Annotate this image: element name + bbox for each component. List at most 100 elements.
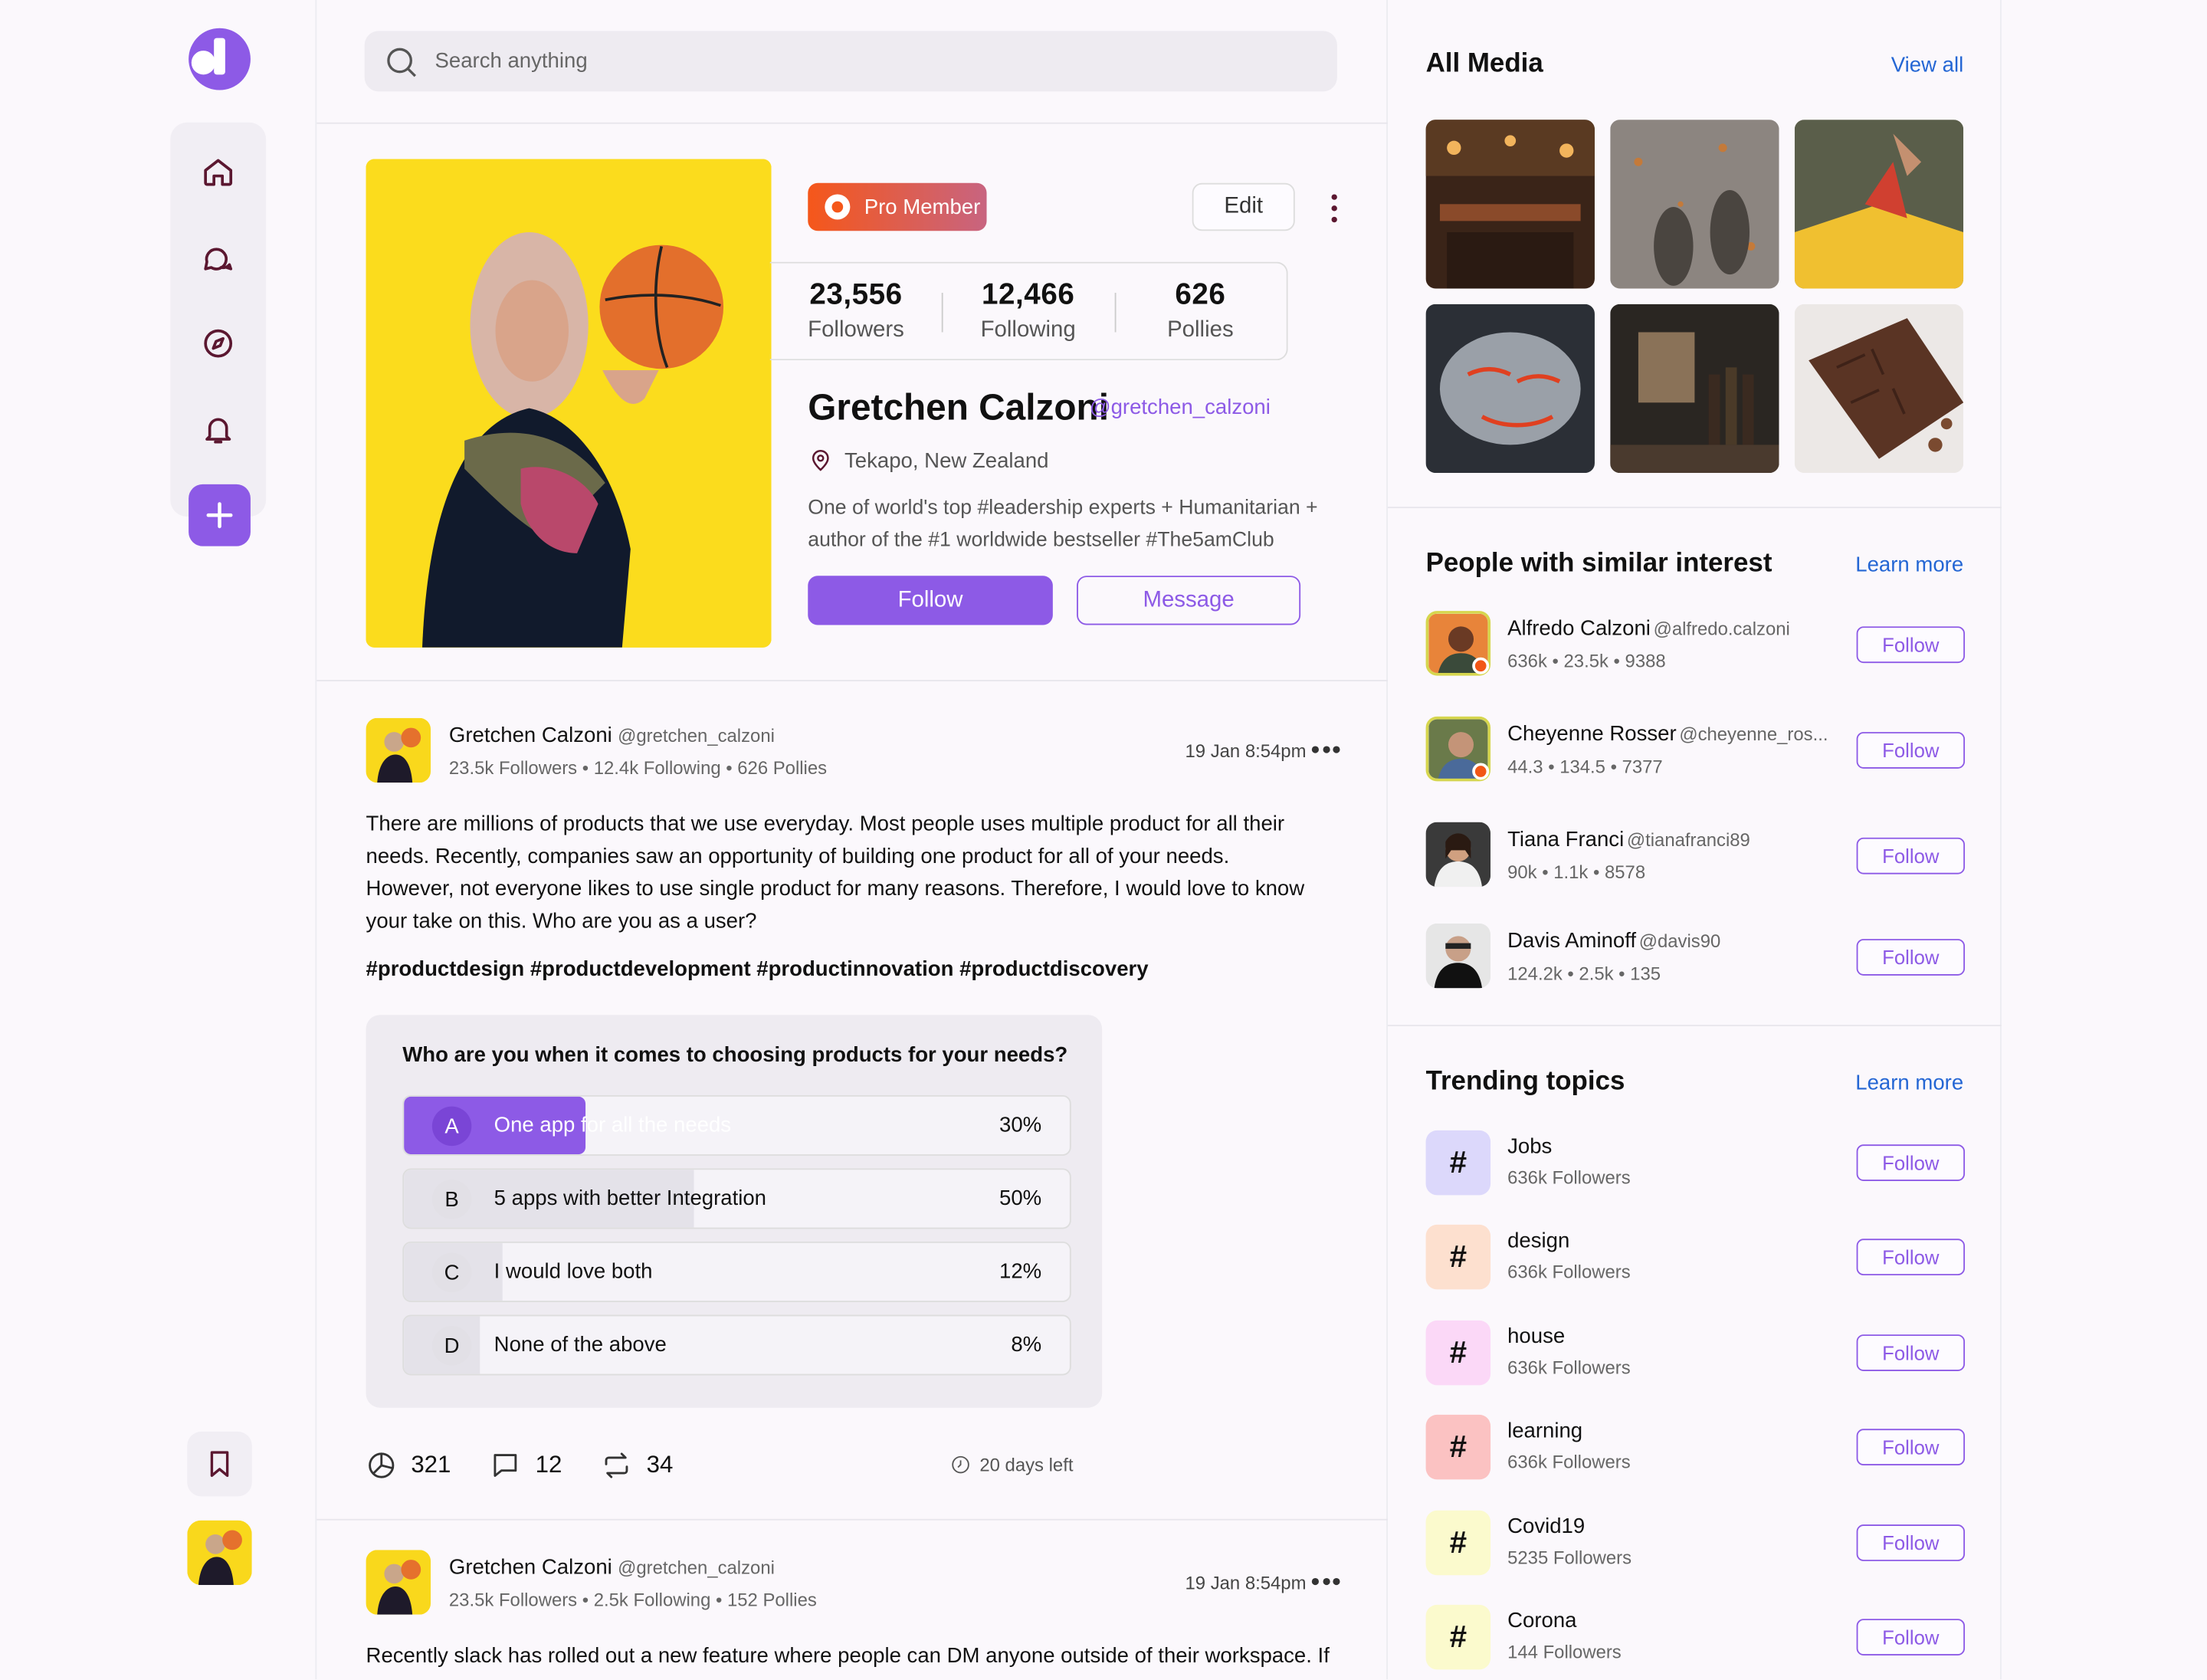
option-letter: A	[431, 1106, 472, 1147]
post-author[interactable]: Gretchen Calzoni @gretchen_calzoni	[449, 724, 775, 747]
similar-title: People with similar interest	[1425, 549, 1772, 579]
home-icon[interactable]	[198, 152, 238, 191]
plus-icon	[206, 502, 233, 529]
poll-option-c[interactable]: C I would love both 12%	[402, 1241, 1071, 1302]
media-thumbnail[interactable]	[1425, 120, 1595, 289]
chat-icon[interactable]	[198, 238, 238, 277]
trending-topic[interactable]: # Covid19 5235 Followers Follow	[1425, 1510, 1966, 1578]
option-percent: 12%	[999, 1259, 1042, 1285]
post-more-icon[interactable]	[1311, 746, 1340, 754]
post-author-avatar[interactable]	[366, 717, 431, 783]
follow-topic-button[interactable]: Follow	[1856, 1524, 1966, 1561]
option-percent: 30%	[999, 1113, 1042, 1138]
follow-topic-button[interactable]: Follow	[1856, 1239, 1966, 1276]
compass-icon[interactable]	[198, 323, 238, 363]
location-text: Tekapo, New Zealand	[844, 448, 1049, 473]
stat-value: 626	[1175, 278, 1226, 311]
more-options-icon[interactable]	[1326, 190, 1343, 227]
trending-topic[interactable]: # learning 636k Followers Follow	[1425, 1414, 1966, 1482]
option-text: None of the above	[494, 1333, 667, 1357]
media-grid	[1425, 120, 1964, 474]
similar-person[interactable]: Tiana Franci @tianafranci89 90k • 1.1k • …	[1425, 822, 1966, 893]
similar-person[interactable]: Alfredo Calzoni @alfredo.calzoni 636k • 2…	[1425, 611, 1966, 681]
topic-followers: 636k Followers	[1507, 1166, 1631, 1189]
media-thumbnail[interactable]	[1610, 120, 1779, 289]
similar-person[interactable]: Davis Aminoff @davis90 124.2k • 2.5k • 13…	[1425, 923, 1966, 994]
divider	[316, 1518, 1388, 1521]
create-poll-button[interactable]	[189, 484, 251, 546]
follow-topic-button[interactable]: Follow	[1856, 1619, 1966, 1655]
bell-icon[interactable]	[198, 409, 238, 448]
right-sidebar: All Media View all People with similar i…	[1387, 0, 2002, 1680]
repost-action[interactable]: 34	[602, 1450, 673, 1481]
view-all-link[interactable]: View all	[1891, 54, 1963, 77]
edit-profile-button[interactable]: Edit	[1192, 182, 1295, 231]
person-avatar[interactable]	[1425, 923, 1491, 989]
trending-topic[interactable]: # Jobs 636k Followers Follow	[1425, 1130, 1966, 1198]
poll-option-b[interactable]: B 5 apps with better Integration 50%	[402, 1168, 1071, 1229]
person-avatar[interactable]	[1425, 822, 1491, 888]
post-date: 19 Jan 8:54pm	[1185, 1572, 1307, 1594]
stat-pollies[interactable]: 626 Pollies	[1114, 279, 1287, 343]
online-badge	[1472, 657, 1490, 674]
person-name: Davis Aminoff @davis90	[1507, 929, 1720, 953]
post-date: 19 Jan 8:54pm	[1185, 740, 1307, 762]
media-thumbnail[interactable]	[1794, 304, 1964, 474]
trending-topic[interactable]: # design 636k Followers Follow	[1425, 1224, 1966, 1292]
profile-bio: One of world's top #leadership experts +…	[808, 497, 1318, 552]
post-author-name: Gretchen Calzoni	[448, 724, 612, 748]
person-name-text: Davis Aminoff	[1507, 929, 1637, 953]
post-author-handle: @gretchen_calzoni	[618, 724, 775, 746]
topic-followers: 636k Followers	[1507, 1451, 1631, 1473]
bookmarks-button[interactable]	[187, 1431, 252, 1497]
profile-handle[interactable]: @gretchen_calzoni	[1090, 395, 1271, 419]
similar-learn-more-link[interactable]: Learn more	[1855, 553, 1963, 577]
follow-topic-button[interactable]: Follow	[1856, 1144, 1966, 1181]
post-author-avatar[interactable]	[366, 1550, 431, 1615]
post-author[interactable]: Gretchen Calzoni @gretchen_calzoni	[449, 1556, 775, 1580]
trending-topic[interactable]: # house 636k Followers Follow	[1425, 1320, 1966, 1388]
votes-count: 321	[411, 1451, 451, 1478]
stat-value: 23,556	[809, 278, 903, 311]
post-more-icon[interactable]	[1311, 1577, 1340, 1586]
similar-person[interactable]: Cheyenne Rosser @cheyenne_ros... 44.3 • 1…	[1425, 716, 1966, 787]
option-percent: 50%	[999, 1186, 1042, 1211]
follow-topic-button[interactable]: Follow	[1856, 1429, 1966, 1466]
stat-value: 12,466	[982, 278, 1075, 311]
media-thumbnail[interactable]	[1425, 304, 1595, 474]
stat-label: Followers	[808, 318, 904, 343]
stat-following[interactable]: 12,466 Following	[942, 279, 1114, 343]
divider	[316, 122, 1388, 124]
trending-learn-more-link[interactable]: Learn more	[1855, 1071, 1963, 1095]
comments-count: 12	[535, 1451, 562, 1478]
trending-topic[interactable]: # Corona 144 Followers Follow	[1425, 1604, 1966, 1672]
follow-person-button[interactable]: Follow	[1856, 939, 1966, 976]
follow-person-button[interactable]: Follow	[1856, 837, 1966, 874]
person-handle: @davis90	[1638, 930, 1721, 952]
current-user-avatar[interactable]	[187, 1520, 252, 1586]
option-percent: 8%	[1011, 1333, 1042, 1357]
online-badge	[1472, 763, 1490, 780]
follow-button[interactable]: Follow	[808, 576, 1053, 625]
poll-option-d[interactable]: D None of the above 8%	[402, 1314, 1071, 1376]
follow-topic-button[interactable]: Follow	[1856, 1334, 1966, 1371]
comments-action[interactable]: 12	[490, 1450, 562, 1481]
app-logo[interactable]	[189, 28, 251, 90]
media-thumbnail[interactable]	[1610, 304, 1779, 474]
poll-time-left: 20 days left	[950, 1454, 1074, 1475]
message-button[interactable]: Message	[1077, 576, 1301, 625]
poll-card: Who are you when it comes to choosing pr…	[366, 1015, 1103, 1408]
option-letter: D	[431, 1326, 472, 1366]
post-tags[interactable]: #productdesign #productdevelopment #prod…	[366, 957, 1149, 981]
clock-icon	[952, 1455, 969, 1474]
stat-followers[interactable]: 23,556 Followers	[770, 279, 943, 343]
trending-title: Trending topics	[1425, 1067, 1625, 1097]
poll-option-a[interactable]: A One app for all the needs 30%	[402, 1094, 1071, 1156]
votes-action[interactable]: 321	[366, 1450, 451, 1481]
media-thumbnail[interactable]	[1794, 120, 1964, 289]
search-bar[interactable]: Search anything	[364, 31, 1337, 92]
follow-person-button[interactable]: Follow	[1856, 732, 1966, 769]
search-input[interactable]: Search anything	[435, 49, 588, 73]
days-left-text: 20 days left	[979, 1454, 1074, 1475]
follow-person-button[interactable]: Follow	[1856, 626, 1966, 664]
